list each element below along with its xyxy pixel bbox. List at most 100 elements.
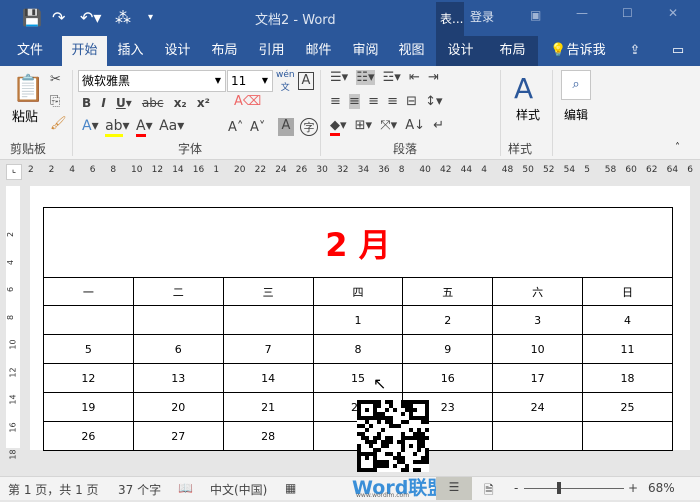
day-cell[interactable]: 21	[222, 392, 314, 422]
day-cell[interactable]: 17	[492, 363, 584, 393]
day-cell[interactable]	[43, 305, 134, 335]
day-cell[interactable]: 9	[402, 334, 494, 364]
font-name-select[interactable]: 微软雅黑 ▼	[78, 70, 226, 92]
clear-formatting-icon[interactable]: A⌫	[234, 94, 261, 109]
page-count[interactable]: 第 1 页，共 1 页	[8, 481, 99, 498]
format-painter-icon[interactable]: 🖌	[50, 116, 67, 131]
editing-button[interactable]: 编辑	[564, 106, 588, 123]
weekday-header[interactable]: 四	[312, 277, 404, 306]
tab-table-layout[interactable]: 布局	[490, 36, 535, 66]
word-count[interactable]: 37 个字	[118, 481, 161, 498]
maximize-icon[interactable]: ☐	[622, 6, 633, 20]
tab-selector[interactable]: ⌞	[6, 164, 22, 180]
cut-icon[interactable]: ✂	[50, 72, 61, 87]
day-cell[interactable]: 13	[132, 363, 224, 393]
day-cell[interactable]: 4	[582, 305, 673, 335]
proofing-icon[interactable]: 📖	[178, 481, 193, 495]
weekday-header[interactable]: 三	[222, 277, 314, 306]
font-size-select[interactable]: 11 ▼	[227, 70, 273, 92]
print-layout-icon[interactable]: ☰	[436, 477, 472, 500]
day-cell[interactable]: 25	[582, 392, 673, 422]
collapse-ribbon-icon[interactable]: ˄	[675, 142, 680, 153]
tab-insert[interactable]: 插入	[108, 36, 153, 66]
horizontal-ruler[interactable]: ⌞ 2 2 4 6 8 10 12 14 16 1 20 22 24 26 30 32 34 36 8 40 42 44 4…	[0, 162, 700, 182]
customize-qat-icon[interactable]: ▾	[148, 12, 153, 23]
list-buttons[interactable]: ☰▾ ☷▾ ☲▾ ⇤ ⇥	[330, 70, 439, 85]
tab-references[interactable]: 引用	[249, 36, 294, 66]
weekday-header[interactable]: 一	[43, 277, 134, 306]
tab-design[interactable]: 设计	[155, 36, 200, 66]
day-cell[interactable]: 27	[132, 421, 224, 451]
day-cell[interactable]: 10	[492, 334, 584, 364]
day-cell[interactable]	[132, 305, 224, 335]
character-border-icon[interactable]: A	[298, 72, 314, 90]
day-cell[interactable]: 18	[582, 363, 673, 393]
phonetic-guide-icon[interactable]: wén 文	[276, 70, 295, 93]
close-icon[interactable]: ✕	[668, 6, 678, 20]
styles-icon[interactable]: A	[514, 72, 533, 105]
zoom-slider-thumb[interactable]	[557, 482, 561, 494]
tab-view[interactable]: 视图	[389, 36, 434, 66]
day-cell[interactable]: 24	[492, 392, 584, 422]
day-cell[interactable]	[582, 421, 673, 451]
day-cell[interactable]: 8	[312, 334, 404, 364]
tab-layout[interactable]: 布局	[202, 36, 247, 66]
language[interactable]: 中文(中国)	[210, 481, 267, 498]
vertical-ruler[interactable]: 2 4 6 8 10 12 14 16 18	[6, 186, 20, 460]
copy-icon[interactable]: ⎘	[50, 94, 60, 109]
calendar-title[interactable]: 2 月	[43, 207, 673, 278]
grow-font-icon[interactable]: A˄	[228, 120, 243, 135]
weekday-header[interactable]: 五	[402, 277, 494, 306]
weekday-header[interactable]: 日	[582, 277, 673, 306]
zoom-in-button[interactable]: +	[628, 481, 638, 495]
day-cell[interactable]: 16	[402, 363, 494, 393]
document-page[interactable]: 2 月 一二三四五六日 1 2 3 4 5 6 7 8 9 10 11 12 13 14 15 16 17 18 19…	[30, 186, 690, 472]
day-cell[interactable]	[222, 305, 314, 335]
day-cell[interactable]	[492, 421, 584, 451]
login-link[interactable]: 登录	[470, 8, 494, 25]
ribbon-display-icon[interactable]: ▣	[530, 8, 541, 22]
day-cell[interactable]: 3	[492, 305, 584, 335]
day-cell[interactable]: 6	[132, 334, 224, 364]
day-cell[interactable]: 19	[43, 392, 134, 422]
paste-icon[interactable]: 📋	[12, 74, 44, 104]
day-cell[interactable]: 28	[222, 421, 314, 451]
tab-review[interactable]: 审阅	[343, 36, 388, 66]
day-cell[interactable]: 12	[43, 363, 134, 393]
tab-home[interactable]: 开始	[62, 36, 107, 66]
font-style-buttons[interactable]: B I U▾ abc x₂ x²	[82, 96, 210, 110]
tree-icon[interactable]: ⁂	[115, 8, 131, 27]
day-cell[interactable]: 2	[402, 305, 494, 335]
weekday-header[interactable]: 六	[492, 277, 584, 306]
day-cell[interactable]: 11	[582, 334, 673, 364]
shrink-font-icon[interactable]: A˅	[250, 120, 265, 135]
share-icon[interactable]: ⇪	[625, 36, 645, 66]
day-cell[interactable]: 1	[312, 305, 404, 335]
zoom-level[interactable]: 68%	[648, 481, 675, 495]
day-cell[interactable]: 5	[43, 334, 134, 364]
undo-icon[interactable]: ↶▾	[80, 8, 101, 27]
day-cell[interactable]: 26	[43, 421, 134, 451]
web-layout-icon[interactable]: 🗎	[484, 481, 494, 502]
macro-icon[interactable]: ▦	[285, 481, 296, 495]
tab-file[interactable]: 文件	[8, 36, 52, 66]
redo-icon[interactable]: ↷	[52, 8, 65, 27]
paste-button[interactable]: 粘贴	[12, 106, 38, 125]
save-icon[interactable]: 💾	[22, 8, 42, 27]
paragraph-tools[interactable]: ◆▾ ⊞▾ ⤧▾ A↓ ↵	[330, 118, 444, 136]
day-cell[interactable]: 15	[312, 363, 404, 393]
zoom-slider[interactable]	[524, 482, 624, 494]
tell-me-button[interactable]: 💡告诉我	[548, 36, 608, 66]
comments-icon[interactable]: ▭	[668, 36, 688, 66]
styles-button[interactable]: 样式	[516, 106, 540, 123]
character-shading-icon[interactable]: A	[278, 118, 294, 136]
alignment-buttons[interactable]: ≡ ≡ ≡ ≡ ⊟ ↕▾	[330, 94, 443, 109]
font-effects-buttons[interactable]: A▾ ab▾ A▾ Aa▾	[82, 118, 184, 137]
day-cell[interactable]: 7	[222, 334, 314, 364]
weekday-header[interactable]: 二	[132, 277, 224, 306]
tab-mailings[interactable]: 邮件	[296, 36, 341, 66]
enclose-character-icon[interactable]: 字	[300, 118, 318, 136]
zoom-out-button[interactable]: -	[514, 481, 518, 495]
minimize-icon[interactable]: —	[576, 6, 588, 20]
day-cell[interactable]: 14	[222, 363, 314, 393]
